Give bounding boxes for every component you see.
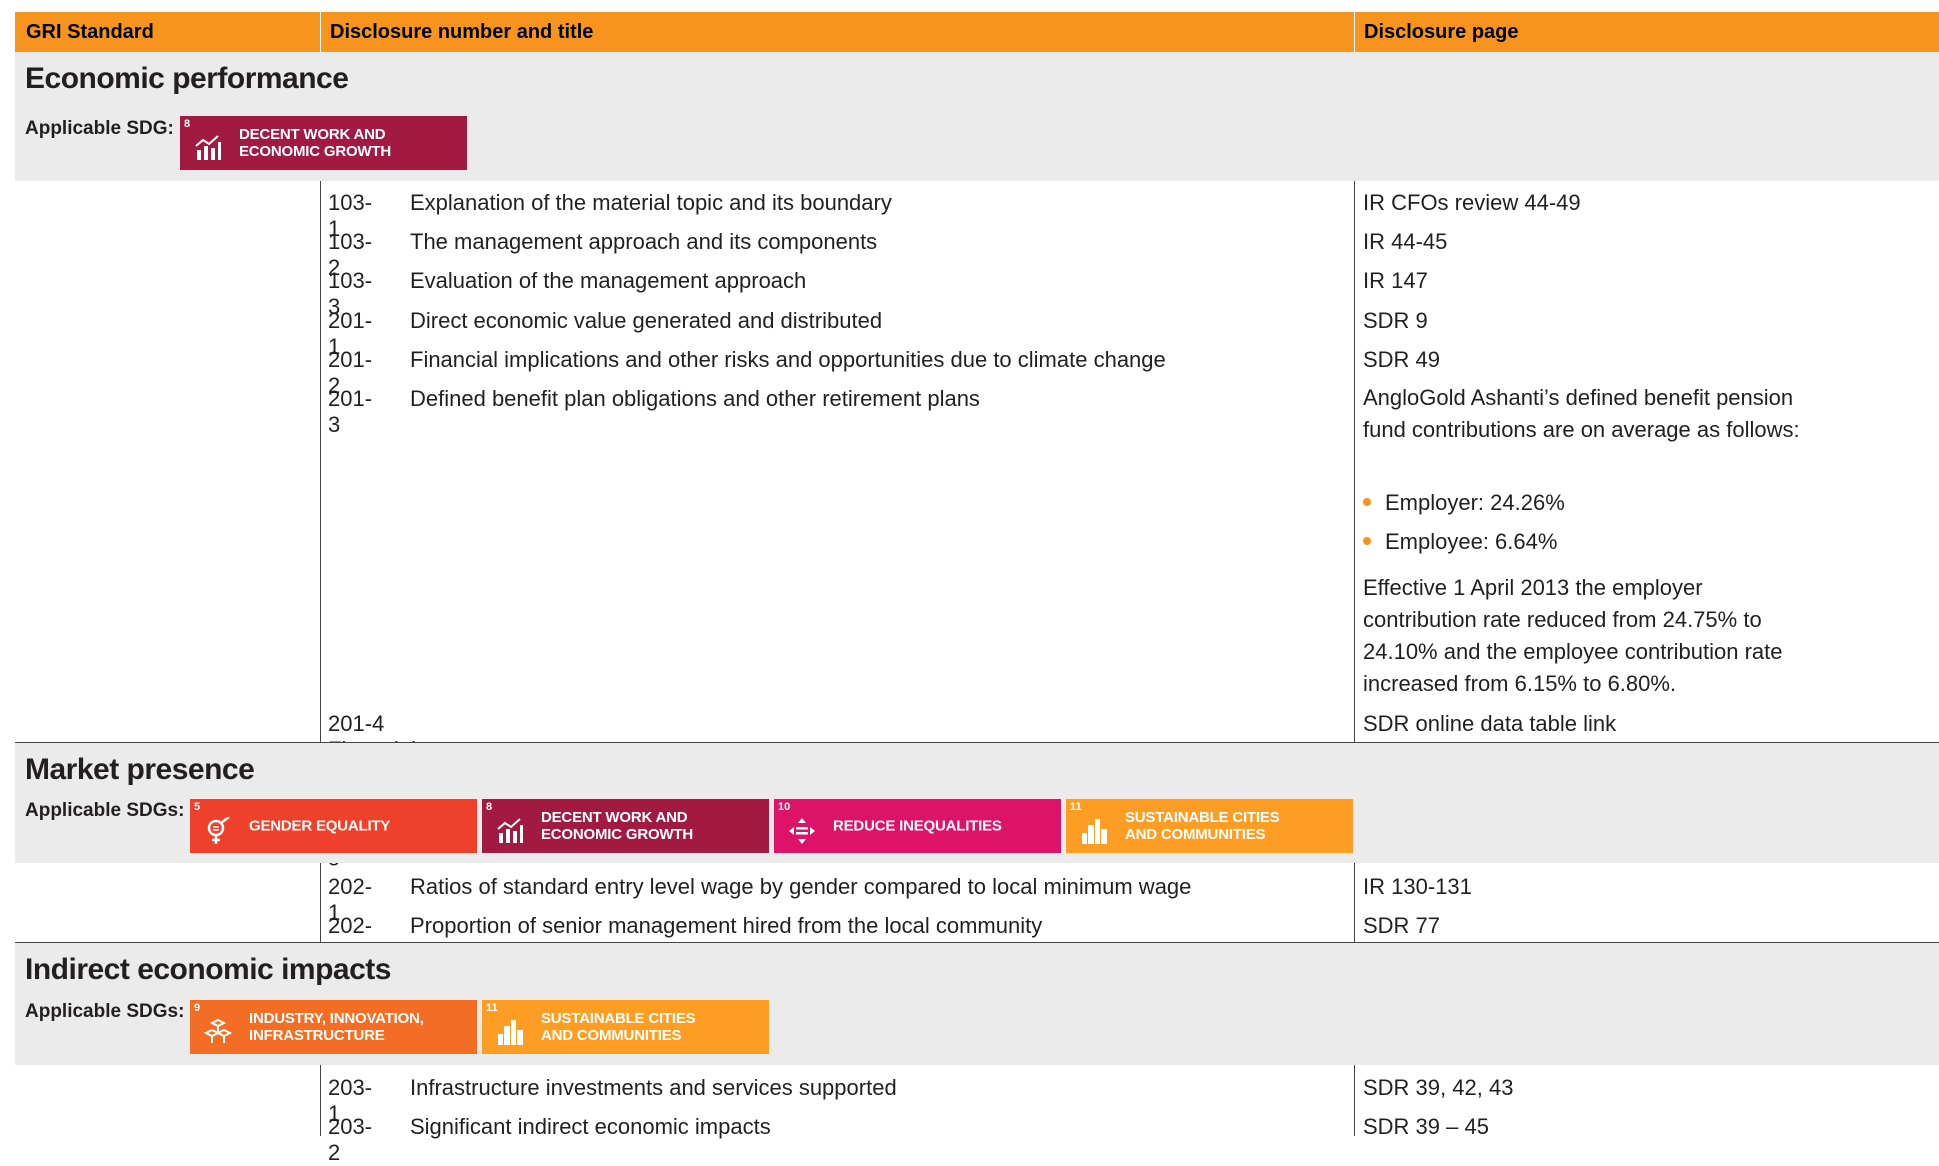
column-divider <box>320 1065 321 1136</box>
disclosure-page: SDR 77 <box>1363 913 1441 938</box>
sdg-badge-sustainable-cities: 11 SUSTAINABLE CITIES AND COMMUNITIES <box>482 1000 769 1054</box>
sdg-badge-industry-innovation: 9 INDUSTRY, INNOVATION, INFRASTRUCTURE <box>190 1000 477 1054</box>
header-gri-standard: GRI Standard <box>26 21 154 43</box>
city-buildings-icon <box>498 1020 523 1045</box>
sdg-badge-decent-work: 8 DECENT WORK AND ECONOMIC GROWTH <box>180 116 467 170</box>
disclosure-page: IR CFOs review 44-49 <box>1363 190 1581 215</box>
sdg-number: 9 <box>194 1002 201 1014</box>
sdg-label: GENDER EQUALITY <box>249 817 391 835</box>
section-economic-performance: Economic performance Applicable SDG: 8 D… <box>15 52 1939 181</box>
section-title: Market presence <box>25 753 255 786</box>
sdg-badge-gender-equality: 5 GENDER EQUALITY <box>190 799 477 853</box>
sdg-number: 5 <box>194 801 201 813</box>
disclosure-title: Ratios of standard entry level wage by g… <box>410 874 1192 899</box>
section-indirect-economic-impacts: Indirect economic impacts Applicable SDG… <box>15 943 1939 1065</box>
header-disclosure-page: Disclosure page <box>1364 21 1519 43</box>
disclosure-page: IR 147 <box>1363 268 1428 293</box>
gender-equality-icon <box>207 817 230 844</box>
growth-chart-icon <box>195 135 221 160</box>
applicable-sdg-label: Applicable SDG: <box>25 118 174 139</box>
cubes-icon <box>204 1018 232 1043</box>
disclosure-title: Explanation of the material topic and it… <box>410 190 892 215</box>
city-buildings-icon <box>1082 819 1107 844</box>
sdg-label: REDUCE INEQUALITIES <box>833 817 1002 835</box>
sdg-label: DECENT WORK AND ECONOMIC GROWTH <box>239 126 391 160</box>
section-title: Indirect economic impacts <box>25 953 391 986</box>
column-divider <box>1354 863 1355 943</box>
sdg-badge-sustainable-cities: 11 SUSTAINABLE CITIES AND COMMUNITIES <box>1066 799 1353 853</box>
header-disclosure-title: Disclosure number and title <box>330 21 594 43</box>
bullet-dot <box>1363 498 1371 507</box>
sdg-number: 11 <box>486 1002 498 1014</box>
disclosure-code: 203-2 <box>328 1114 373 1165</box>
sdg-number: 8 <box>184 118 191 130</box>
sdg-number: 8 <box>486 801 493 813</box>
disclosure-title: Financial implications and other risks a… <box>410 347 1166 372</box>
bullet-item: Employer: 24.26% <box>1363 490 1565 516</box>
column-divider <box>320 181 321 743</box>
column-divider <box>320 863 321 943</box>
sdg-label: SUSTAINABLE CITIES AND COMMUNITIES <box>541 1010 696 1044</box>
bullet-text: Employee: 6.64% <box>1385 529 1558 554</box>
sdg-badge-reduce-inequalities: 10 REDUCE INEQUALITIES <box>774 799 1061 853</box>
pension-note-effective: Effective 1 April 2013 the employer cont… <box>1363 575 1783 696</box>
disclosure-title: Direct economic value generated and dist… <box>410 308 883 333</box>
table-header: GRI Standard Disclosure number and title… <box>15 12 1939 52</box>
disclosure-code: 201-3 <box>328 386 373 437</box>
disclosure-page: SDR 9 <box>1363 308 1428 333</box>
disclosure-title: Defined benefit plan obligations and oth… <box>410 386 980 411</box>
section-title: Economic performance <box>25 62 349 95</box>
bullet-text: Employer: 24.26% <box>1385 490 1565 515</box>
disclosure-page: IR 130-131 <box>1363 874 1472 899</box>
disclosure-page: SDR 39 – 45 <box>1363 1114 1489 1139</box>
disclosure-title: Infrastructure investments and services … <box>410 1075 897 1100</box>
disclosure-page: SDR 49 <box>1363 347 1441 372</box>
header-divider <box>1354 12 1355 52</box>
bullet-dot <box>1363 537 1371 546</box>
pension-note-intro: AngloGold Ashanti’s defined benefit pens… <box>1363 385 1800 442</box>
applicable-sdg-label: Applicable SDGs: <box>25 800 185 821</box>
sdg-label: SUSTAINABLE CITIES AND COMMUNITIES <box>1125 809 1280 843</box>
section-market-presence: Market presence Applicable SDGs: 5 GENDE… <box>15 743 1939 863</box>
disclosure-page: IR 44-45 <box>1363 229 1448 254</box>
disclosure-page: SDR online data table link <box>1363 711 1617 736</box>
equal-arrows-icon <box>789 818 815 844</box>
column-divider <box>1354 1065 1355 1136</box>
sdg-label: INDUSTRY, INNOVATION, INFRASTRUCTURE <box>249 1010 424 1044</box>
sdg-number: 11 <box>1070 801 1082 813</box>
header-divider <box>320 12 321 52</box>
growth-chart-icon <box>497 818 523 843</box>
sdg-label: DECENT WORK AND ECONOMIC GROWTH <box>541 809 693 843</box>
disclosure-page: SDR 39, 42, 43 <box>1363 1075 1514 1100</box>
disclosure-title: The management approach and its componen… <box>410 229 878 254</box>
disclosure-title: Significant indirect economic impacts <box>410 1114 771 1139</box>
applicable-sdg-label: Applicable SDGs: <box>25 1001 185 1022</box>
disclosure-title: Evaluation of the management approach <box>410 268 807 293</box>
column-divider <box>1354 181 1355 743</box>
bullet-item: Employee: 6.64% <box>1363 529 1557 555</box>
sdg-number: 10 <box>778 801 791 813</box>
disclosure-title: Proportion of senior management hired fr… <box>410 913 1043 938</box>
sdg-badge-decent-work: 8 DECENT WORK AND ECONOMIC GROWTH <box>482 799 769 853</box>
